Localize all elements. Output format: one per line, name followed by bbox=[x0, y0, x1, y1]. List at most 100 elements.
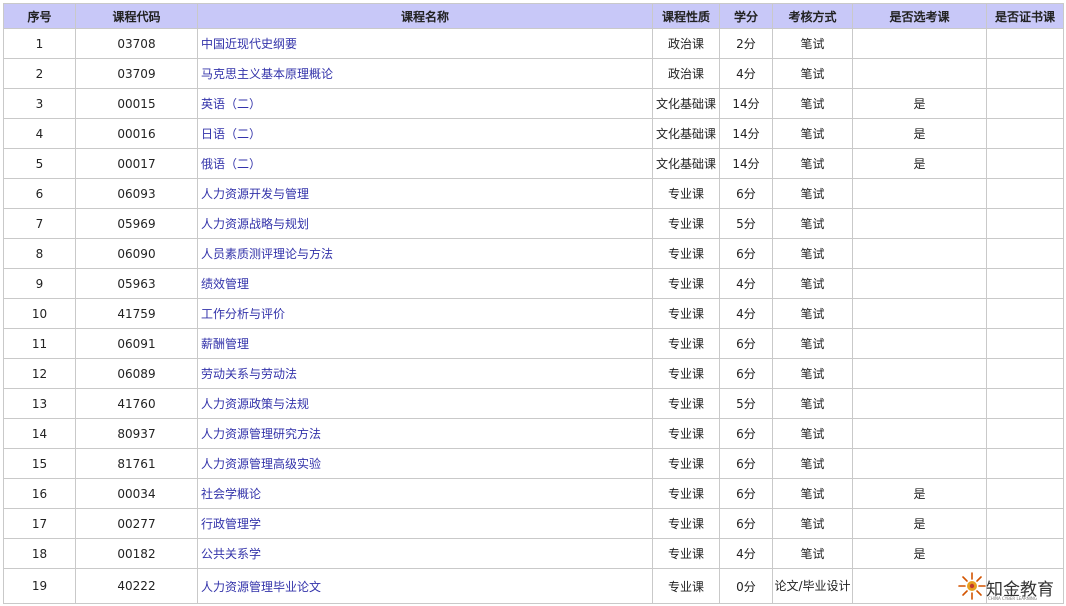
table-row: 3 00015 英语（二） 文化基础课 14分 笔试是 bbox=[3, 88, 1064, 119]
cell-course-name[interactable]: 劳动关系与劳动法 bbox=[197, 358, 653, 389]
cell-elective bbox=[852, 448, 987, 479]
cell-course-name[interactable]: 绩效管理 bbox=[197, 268, 653, 299]
cell-course-name[interactable]: 英语（二） bbox=[197, 88, 653, 119]
cell-course-type: 文化基础课 bbox=[652, 88, 720, 119]
cell-certificate bbox=[986, 478, 1064, 509]
cell-index: 19 bbox=[3, 568, 76, 604]
cell-certificate bbox=[986, 328, 1064, 359]
cell-course-name[interactable]: 工作分析与评价 bbox=[197, 298, 653, 329]
cell-elective bbox=[852, 268, 987, 299]
cell-certificate bbox=[986, 388, 1064, 419]
table-row: 2 03709 马克思主义基本原理概论 政治课 4分 笔试 bbox=[3, 58, 1064, 89]
cell-exam-method: 笔试 bbox=[772, 148, 853, 179]
cell-certificate bbox=[986, 448, 1064, 479]
cell-certificate bbox=[986, 418, 1064, 449]
table-row: 6 06093 人力资源开发与管理 专业课 6分 笔试 bbox=[3, 178, 1064, 209]
cell-course-code: 00034 bbox=[75, 478, 198, 509]
cell-course-code: 06089 bbox=[75, 358, 198, 389]
cell-index: 15 bbox=[3, 448, 76, 479]
cell-course-type: 政治课 bbox=[652, 58, 720, 89]
header-index: 序号 bbox=[3, 3, 76, 29]
cell-course-type: 专业课 bbox=[652, 358, 720, 389]
cell-course-name[interactable]: 薪酬管理 bbox=[197, 328, 653, 359]
cell-credit: 4分 bbox=[719, 58, 773, 89]
cell-credit: 5分 bbox=[719, 208, 773, 239]
cell-course-name[interactable]: 人力资源管理高级实验 bbox=[197, 448, 653, 479]
cell-exam-method: 论文/毕业设计 bbox=[772, 568, 853, 604]
cell-certificate bbox=[986, 208, 1064, 239]
cell-index: 4 bbox=[3, 118, 76, 149]
cell-elective: 是 bbox=[852, 118, 987, 149]
cell-elective: 是 bbox=[852, 88, 987, 119]
cell-index: 10 bbox=[3, 298, 76, 329]
cell-course-code: 06093 bbox=[75, 178, 198, 209]
cell-certificate bbox=[986, 268, 1064, 299]
cell-index: 3 bbox=[3, 88, 76, 119]
cell-credit: 6分 bbox=[719, 358, 773, 389]
cell-elective bbox=[852, 208, 987, 239]
cell-index: 1 bbox=[3, 28, 76, 59]
table-row: 16 00034 社会学概论 专业课 6分 笔试是 bbox=[3, 478, 1064, 509]
cell-exam-method: 笔试 bbox=[772, 508, 853, 539]
cell-course-name[interactable]: 马克思主义基本原理概论 bbox=[197, 58, 653, 89]
cell-course-name[interactable]: 行政管理学 bbox=[197, 508, 653, 539]
cell-course-code: 40222 bbox=[75, 568, 198, 604]
cell-elective bbox=[852, 238, 987, 269]
brand-watermark: 知金教育 CHINA CYBER LEARNING bbox=[955, 569, 1066, 606]
cell-course-name[interactable]: 人力资源政策与法规 bbox=[197, 388, 653, 419]
cell-course-type: 专业课 bbox=[652, 328, 720, 359]
cell-credit: 4分 bbox=[719, 298, 773, 329]
table-row: 18 00182 公共关系学 专业课 4分 笔试是 bbox=[3, 538, 1064, 569]
cell-course-type: 专业课 bbox=[652, 538, 720, 569]
cell-course-name[interactable]: 人力资源管理毕业论文 bbox=[197, 568, 653, 604]
cell-course-name[interactable]: 人力资源管理研究方法 bbox=[197, 418, 653, 449]
cell-elective bbox=[852, 58, 987, 89]
header-course-type: 课程性质 bbox=[652, 3, 720, 29]
cell-credit: 6分 bbox=[719, 478, 773, 509]
cell-credit: 4分 bbox=[719, 268, 773, 299]
cell-credit: 4分 bbox=[719, 538, 773, 569]
table-row: 13 41760 人力资源政策与法规 专业课 5分 笔试 bbox=[3, 388, 1064, 419]
cell-credit: 6分 bbox=[719, 238, 773, 269]
cell-course-name[interactable]: 人力资源开发与管理 bbox=[197, 178, 653, 209]
cell-elective bbox=[852, 178, 987, 209]
cell-credit: 6分 bbox=[719, 418, 773, 449]
header-certificate: 是否证书课 bbox=[986, 3, 1064, 29]
cell-course-name[interactable]: 人员素质测评理论与方法 bbox=[197, 238, 653, 269]
cell-course-type: 文化基础课 bbox=[652, 148, 720, 179]
cell-index: 14 bbox=[3, 418, 76, 449]
cell-elective bbox=[852, 388, 987, 419]
header-course-code: 课程代码 bbox=[75, 3, 198, 29]
cell-index: 8 bbox=[3, 238, 76, 269]
cell-course-type: 专业课 bbox=[652, 388, 720, 419]
cell-elective bbox=[852, 28, 987, 59]
cell-course-type: 专业课 bbox=[652, 508, 720, 539]
cell-course-name[interactable]: 人力资源战略与规划 bbox=[197, 208, 653, 239]
cell-exam-method: 笔试 bbox=[772, 178, 853, 209]
cell-exam-method: 笔试 bbox=[772, 208, 853, 239]
cell-credit: 6分 bbox=[719, 508, 773, 539]
cell-index: 2 bbox=[3, 58, 76, 89]
cell-credit: 6分 bbox=[719, 448, 773, 479]
cell-certificate bbox=[986, 58, 1064, 89]
cell-course-name[interactable]: 中国近现代史纲要 bbox=[197, 28, 653, 59]
cell-exam-method: 笔试 bbox=[772, 28, 853, 59]
cell-certificate bbox=[986, 178, 1064, 209]
header-course-name: 课程名称 bbox=[197, 3, 653, 29]
cell-index: 17 bbox=[3, 508, 76, 539]
cell-course-name[interactable]: 日语（二） bbox=[197, 118, 653, 149]
cell-course-code: 41760 bbox=[75, 388, 198, 419]
cell-certificate bbox=[986, 358, 1064, 389]
course-table: 序号 课程代码 课程名称 课程性质 学分 考核方式 是否选考课 是否证书课 10… bbox=[3, 3, 1064, 604]
cell-credit: 2分 bbox=[719, 28, 773, 59]
cell-course-code: 06091 bbox=[75, 328, 198, 359]
cell-course-name[interactable]: 社会学概论 bbox=[197, 478, 653, 509]
cell-exam-method: 笔试 bbox=[772, 478, 853, 509]
cell-exam-method: 笔试 bbox=[772, 388, 853, 419]
cell-index: 12 bbox=[3, 358, 76, 389]
header-elective: 是否选考课 bbox=[852, 3, 987, 29]
cell-course-name[interactable]: 公共关系学 bbox=[197, 538, 653, 569]
cell-exam-method: 笔试 bbox=[772, 268, 853, 299]
cell-certificate bbox=[986, 298, 1064, 329]
cell-course-name[interactable]: 俄语（二） bbox=[197, 148, 653, 179]
